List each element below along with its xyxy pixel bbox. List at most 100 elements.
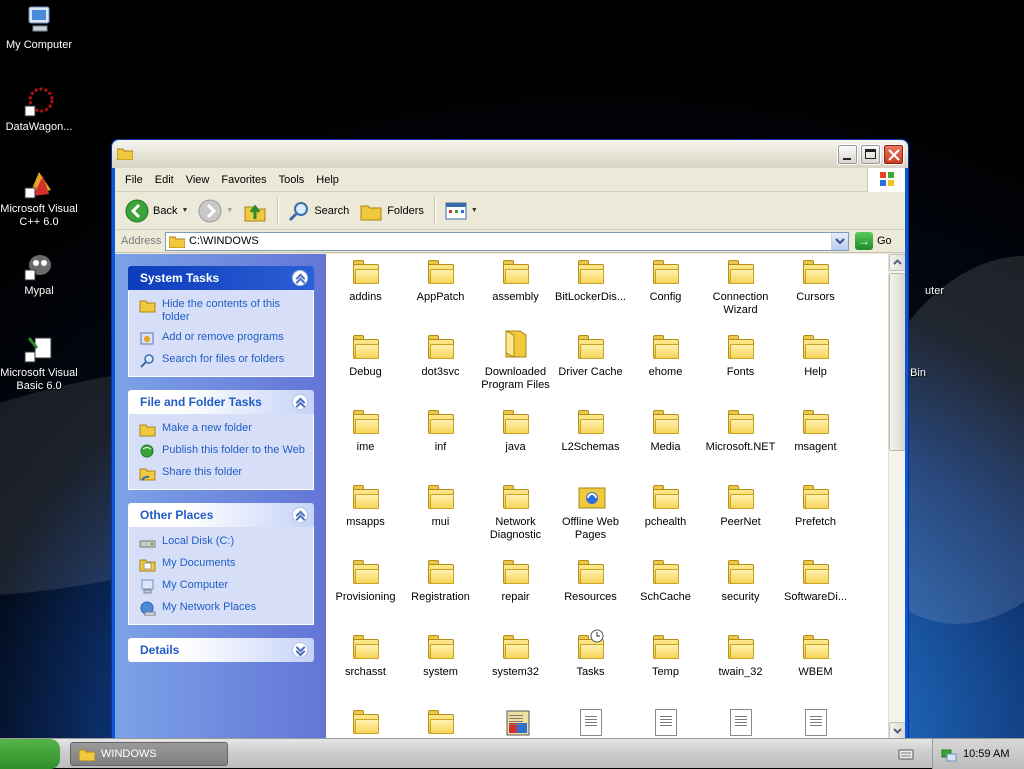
folder-item[interactable]: Provisioning	[328, 554, 403, 604]
folders-button[interactable]: Folders	[355, 196, 428, 226]
menu-tools[interactable]: Tools	[273, 172, 311, 188]
folder-item[interactable]: msagent	[778, 404, 853, 454]
folder-item[interactable]: inf	[403, 404, 478, 454]
folder-item[interactable]: pchealth	[628, 479, 703, 529]
go-button[interactable]: → Go	[855, 232, 901, 250]
search-files-link[interactable]: Search for files or folders	[139, 353, 305, 368]
publish-web-link[interactable]: Publish this folder to the Web	[139, 444, 305, 459]
collapse-icon[interactable]	[292, 507, 308, 523]
scroll-thumb[interactable]	[889, 273, 905, 451]
file-item[interactable]	[778, 704, 853, 736]
folder-item[interactable]: Resources	[553, 554, 628, 604]
minimize-button[interactable]	[837, 144, 858, 165]
my-documents-link[interactable]: My Documents	[139, 557, 305, 572]
file-item[interactable]	[478, 704, 553, 736]
menu-edit[interactable]: Edit	[149, 172, 180, 188]
folder-item[interactable]: Connection Wizard	[703, 254, 778, 317]
other-places-header[interactable]: Other Places	[128, 503, 314, 527]
desktop-icon-my-computer[interactable]: My Computer	[0, 4, 79, 52]
scroll-down-button[interactable]	[889, 722, 905, 739]
collapse-icon[interactable]	[292, 394, 308, 410]
folder-item[interactable]: repair	[478, 554, 553, 604]
search-button[interactable]: Search	[284, 196, 353, 226]
folder-item[interactable]: Debug	[328, 329, 403, 379]
file-item[interactable]	[703, 704, 778, 736]
folder-item[interactable]: Driver Cache	[553, 329, 628, 379]
system-tasks-header[interactable]: System Tasks	[128, 266, 314, 290]
desktop-icon-visual-basic[interactable]: Microsoft Visual Basic 6.0	[0, 332, 79, 393]
new-folder-link[interactable]: Make a new folder	[139, 422, 305, 437]
folder-item[interactable]: L2Schemas	[553, 404, 628, 454]
folder-item[interactable]	[328, 704, 403, 739]
forward-button[interactable]: ▼	[194, 196, 237, 226]
add-remove-programs-link[interactable]: Add or remove programs	[139, 331, 305, 346]
menu-help[interactable]: Help	[310, 172, 345, 188]
local-disk-link[interactable]: Local Disk (C:)	[139, 535, 305, 550]
menu-view[interactable]: View	[180, 172, 216, 188]
folder-item[interactable]: dot3svc	[403, 329, 478, 379]
chevron-down-icon[interactable]: ▼	[181, 207, 188, 214]
folder-item[interactable]: java	[478, 404, 553, 454]
address-dropdown-button[interactable]	[831, 232, 848, 250]
folder-item[interactable]: system32	[478, 629, 553, 679]
folder-item[interactable]: security	[703, 554, 778, 604]
taskbar-window-button[interactable]: WINDOWS	[70, 742, 228, 766]
file-item[interactable]	[553, 704, 628, 736]
file-folder-tasks-header[interactable]: File and Folder Tasks	[128, 390, 314, 414]
folder-item[interactable]: SchCache	[628, 554, 703, 604]
my-network-places-link[interactable]: My Network Places	[139, 601, 305, 617]
folder-item[interactable]: Downloaded Program Files	[478, 329, 553, 392]
my-computer-link[interactable]: My Computer	[139, 579, 305, 594]
file-item[interactable]	[628, 704, 703, 736]
back-button[interactable]: Back ▼	[121, 196, 192, 226]
folder-item[interactable]: Fonts	[703, 329, 778, 379]
clock[interactable]: 10:59 AM	[963, 748, 1009, 760]
folder-item[interactable]: Tasks	[553, 629, 628, 679]
title-bar[interactable]	[112, 140, 908, 168]
desktop-icon-datawagon[interactable]: DataWagon...	[0, 86, 79, 134]
folder-item[interactable]: Registration	[403, 554, 478, 604]
folder-item[interactable]: ehome	[628, 329, 703, 379]
folder-item[interactable]: AppPatch	[403, 254, 478, 304]
folder-item[interactable]: Cursors	[778, 254, 853, 304]
folder-item[interactable]: addins	[328, 254, 403, 304]
folder-item[interactable]: Network Diagnostic	[478, 479, 553, 542]
maximize-button[interactable]	[860, 144, 881, 165]
folder-item[interactable]: Prefetch	[778, 479, 853, 529]
folder-item[interactable]: Help	[778, 329, 853, 379]
folder-item[interactable]: Media	[628, 404, 703, 454]
chevron-down-icon[interactable]: ▼	[226, 207, 233, 214]
collapse-icon[interactable]	[292, 270, 308, 286]
folder-item[interactable]: Microsoft.NET	[703, 404, 778, 454]
folder-item[interactable]: SoftwareDi...	[778, 554, 853, 604]
folder-item[interactable]: PeerNet	[703, 479, 778, 529]
address-input[interactable]: C:\WINDOWS	[165, 231, 849, 251]
scroll-up-button[interactable]	[889, 254, 905, 271]
expand-icon[interactable]	[292, 642, 308, 658]
desktop-icon-mypal[interactable]: Mypal	[0, 250, 79, 298]
up-folder-button[interactable]	[239, 196, 271, 226]
network-tray-icon[interactable]	[941, 746, 957, 762]
views-button[interactable]: ▼	[441, 196, 482, 226]
folder-item[interactable]	[403, 704, 478, 739]
vertical-scrollbar[interactable]	[888, 254, 905, 739]
desktop-icon-visual-cpp[interactable]: Microsoft Visual C++ 6.0	[0, 168, 79, 229]
start-button[interactable]	[0, 739, 60, 769]
folder-item[interactable]: Temp	[628, 629, 703, 679]
keyboard-icon[interactable]	[898, 747, 914, 764]
folder-item[interactable]: ime	[328, 404, 403, 454]
share-folder-link[interactable]: Share this folder	[139, 466, 305, 481]
hide-folder-contents-link[interactable]: Hide the contents of this folder	[139, 298, 305, 324]
folder-item[interactable]: assembly	[478, 254, 553, 304]
chevron-down-icon[interactable]: ▼	[471, 207, 478, 214]
folder-item[interactable]: BitLockerDis...	[553, 254, 628, 304]
folder-item[interactable]: Config	[628, 254, 703, 304]
folder-item[interactable]: twain_32	[703, 629, 778, 679]
folder-item[interactable]: WBEM	[778, 629, 853, 679]
menu-favorites[interactable]: Favorites	[215, 172, 272, 188]
details-header[interactable]: Details	[128, 638, 314, 662]
folder-item[interactable]: system	[403, 629, 478, 679]
folder-item[interactable]: srchasst	[328, 629, 403, 679]
folder-item[interactable]: mui	[403, 479, 478, 529]
folder-item[interactable]: msapps	[328, 479, 403, 529]
